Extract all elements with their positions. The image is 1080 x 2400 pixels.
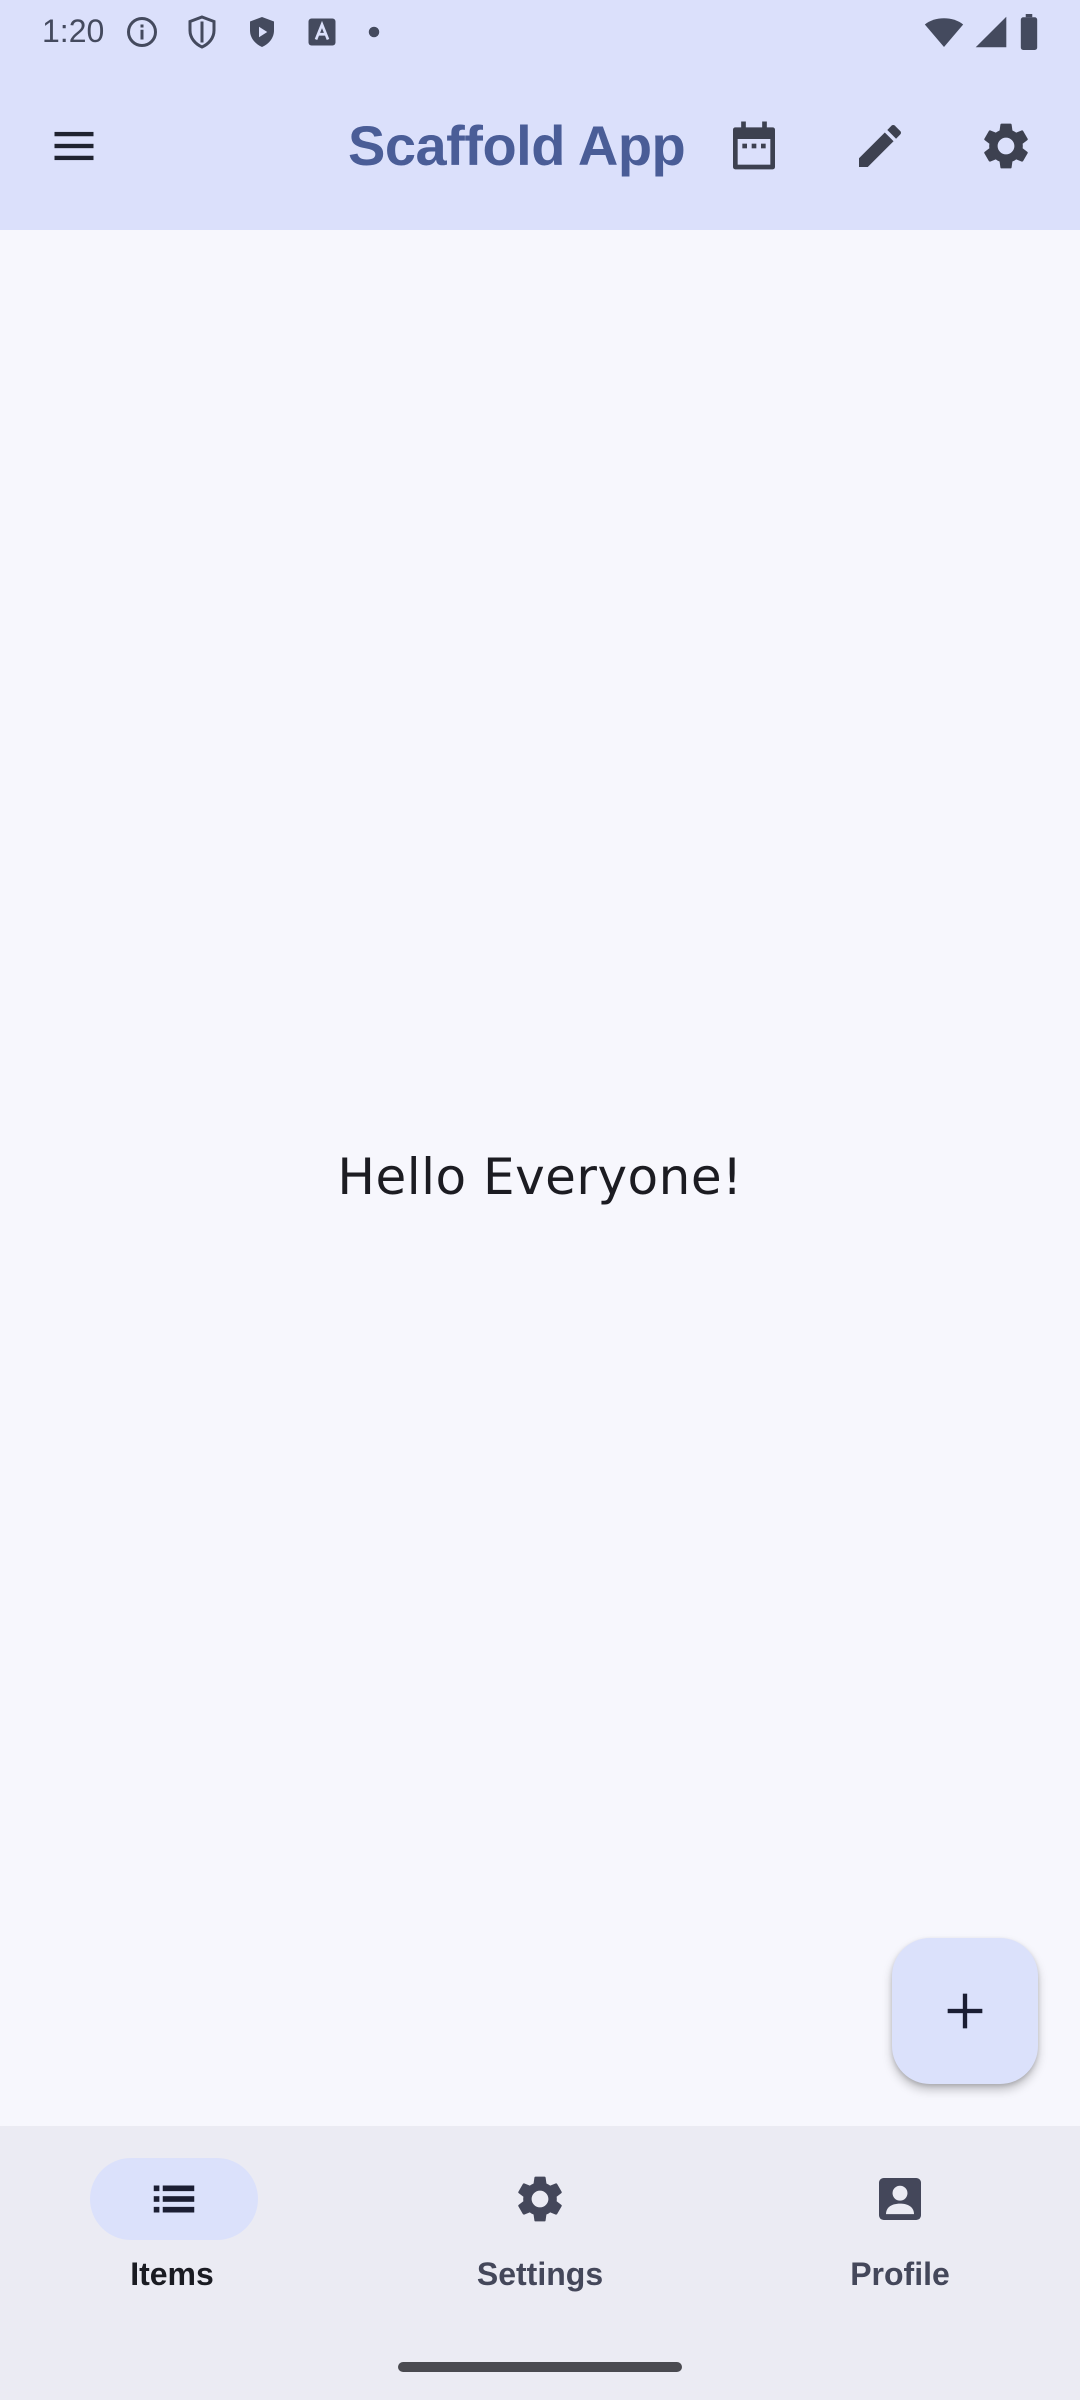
menu-icon: [54, 131, 94, 161]
edit-icon: [859, 124, 902, 167]
nav-label-settings: Settings: [476, 2256, 604, 2292]
nav-label-items: Items: [130, 2256, 214, 2292]
add-fab-button[interactable]: [892, 1938, 1038, 2084]
greeting-text: Hello Everyone!: [337, 1148, 743, 1206]
list-icon: [153, 2185, 195, 2213]
nav-icon-wrapper: [720, 2158, 1080, 2240]
nav-item-settings[interactable]: Settings: [360, 2158, 720, 2308]
nav-icon-wrapper: [0, 2158, 348, 2240]
menu-button[interactable]: [26, 98, 122, 194]
main-content: Hello Everyone!: [0, 230, 1080, 2126]
bottom-navigation: Items Settings Profile: [0, 2126, 1080, 2400]
app-bar: Scaffold App: [0, 62, 1080, 230]
battery-icon: [1020, 14, 1038, 50]
calendar-button[interactable]: [706, 98, 802, 194]
nav-item-items[interactable]: Items: [0, 2158, 360, 2308]
profile-icon: [879, 2178, 921, 2220]
calendar-icon: [733, 121, 775, 170]
settings-icon: [984, 123, 1028, 169]
wifi-icon: [924, 18, 964, 47]
nav-item-profile[interactable]: Profile: [720, 2158, 1080, 2308]
info-icon: [127, 17, 157, 47]
app-title: Scaffold App: [348, 114, 686, 177]
status-icons-left: [124, 14, 384, 50]
nav-icon-wrapper: [360, 2158, 720, 2240]
edit-button[interactable]: [832, 98, 928, 194]
signal-icon: [975, 16, 1007, 48]
status-time: 1:20: [42, 13, 105, 49]
dot-icon: [368, 26, 380, 38]
status-bar: 1:20: [0, 0, 1080, 62]
nav-label-profile: Profile: [850, 2256, 950, 2292]
shield-play-icon: [250, 17, 274, 47]
home-indicator[interactable]: [398, 2362, 682, 2372]
settings-icon: [518, 2176, 562, 2222]
plus-icon: [947, 1993, 983, 2029]
status-icons-right: [924, 14, 1040, 50]
shield-outline-icon: [188, 15, 216, 49]
settings-button[interactable]: [958, 98, 1054, 194]
font-a-icon: [308, 18, 336, 46]
